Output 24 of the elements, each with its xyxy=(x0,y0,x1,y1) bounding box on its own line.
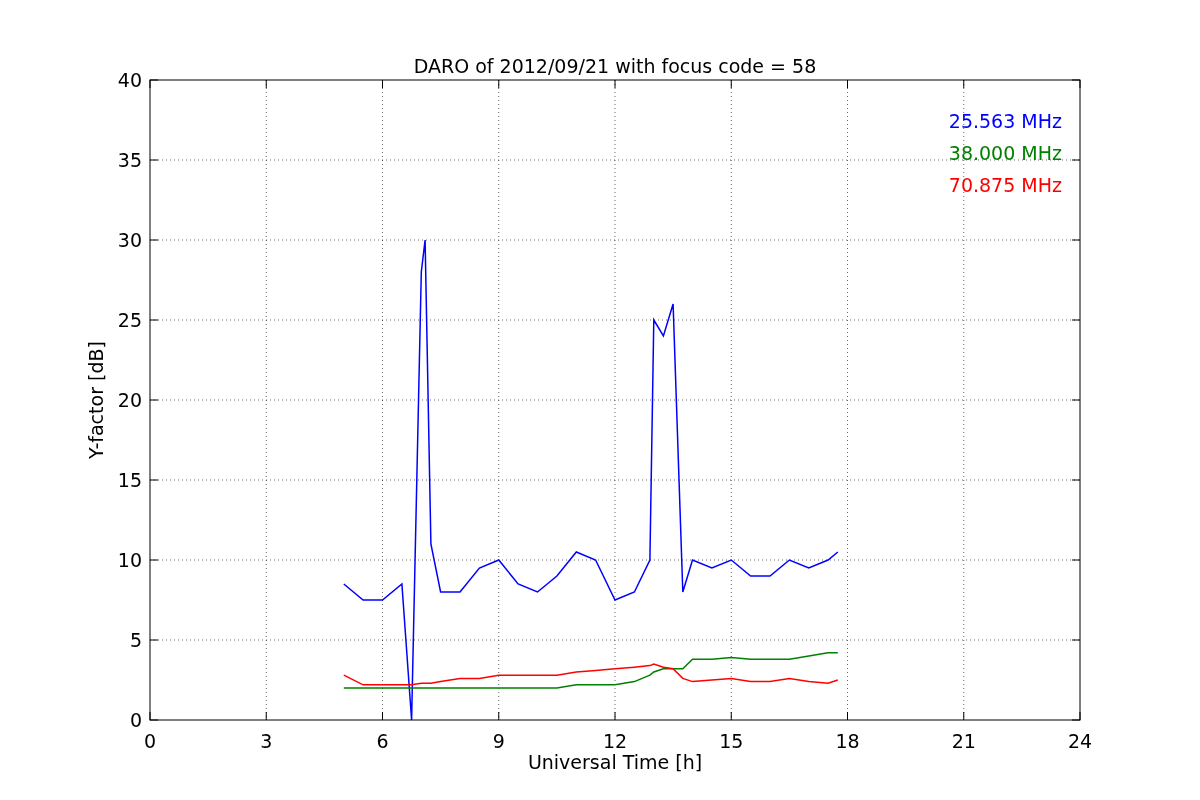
legend-label: 70.875 MHz xyxy=(948,174,1062,196)
chart-title: DARO of 2012/09/21 with focus code = 58 xyxy=(413,55,817,77)
tick-label: 35 xyxy=(117,149,142,171)
tick-label: 3 xyxy=(260,730,273,752)
tick-label: 0 xyxy=(129,709,142,731)
y-axis-label: Y-factor [dB] xyxy=(85,341,107,459)
tick-label: 30 xyxy=(117,229,142,251)
tick-label: 10 xyxy=(117,549,142,571)
tick-label: 0 xyxy=(143,730,157,752)
tick-label: 15 xyxy=(117,469,142,491)
tick-label: 6 xyxy=(376,730,389,752)
tick-label: 18 xyxy=(835,730,860,752)
tick-label: 40 xyxy=(117,69,142,91)
tick-label: 9 xyxy=(492,730,505,752)
legend-label: 38.000 MHz xyxy=(948,142,1062,164)
tick-label: 5 xyxy=(129,629,142,651)
tick-label: 25 xyxy=(117,309,142,331)
x-axis-label: Universal Time [h] xyxy=(527,751,703,773)
tick-label: 12 xyxy=(602,730,628,752)
legend-label: 25.563 MHz xyxy=(948,110,1062,132)
tick-label: 20 xyxy=(117,389,142,411)
tick-label: 24 xyxy=(1067,730,1093,752)
tick-label: 21 xyxy=(951,730,976,752)
tick-label: 15 xyxy=(719,730,744,752)
